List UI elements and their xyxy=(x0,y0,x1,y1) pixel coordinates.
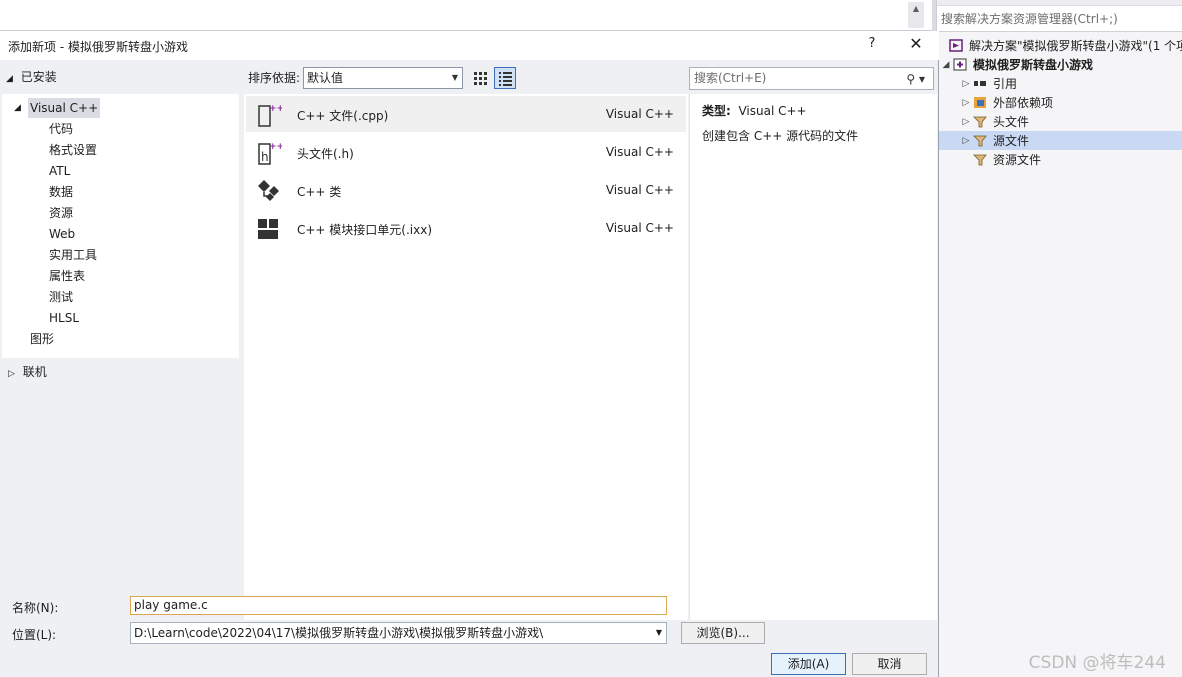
tree-item-code[interactable]: 代码 xyxy=(49,119,73,139)
location-combobox[interactable]: D:\Learn\code\2022\04\17\模拟俄罗斯转盘小游戏\模拟俄罗… xyxy=(130,622,667,644)
tree-item-resource[interactable]: 资源 xyxy=(49,203,73,223)
solution-tree: 解决方案"模拟俄罗斯转盘小游戏"(1 个项 ◢ 模拟俄罗斯转盘小游戏 ▷ 引用 … xyxy=(937,32,1182,169)
filter-folder-icon xyxy=(973,115,987,128)
dialog-title: 添加新项 - 模拟俄罗斯转盘小游戏 xyxy=(8,40,188,54)
location-label: 位置(L): xyxy=(12,628,57,642)
filter-folder-icon xyxy=(973,153,987,166)
tree-item-atl[interactable]: ATL xyxy=(49,161,70,181)
collapsed-arrow-icon[interactable]: ▷ xyxy=(959,117,973,127)
template-list: ++ C++ 文件(.cpp) Visual C++ h ++ 头文件(.h) V… xyxy=(244,94,688,620)
browse-button[interactable]: 浏览(B)... xyxy=(681,622,765,644)
template-description: 创建包含 C++ 源代码的文件 xyxy=(702,129,859,143)
tree-item-resource-files[interactable]: 资源文件 xyxy=(937,150,1182,169)
svg-text:++: ++ xyxy=(269,104,282,114)
close-button[interactable]: ✕ xyxy=(905,34,927,53)
tree-item-property-sheets[interactable]: 属性表 xyxy=(49,266,85,286)
tree-item-header-files[interactable]: ▷ 头文件 xyxy=(937,112,1182,131)
name-input[interactable]: play game.c xyxy=(130,596,667,615)
template-item[interactable]: h ++ 头文件(.h) Visual C++ xyxy=(246,134,686,170)
template-category-tree: ◢ Visual C++ 代码 格式设置 ATL 数据 资源 Web 实用工具 … xyxy=(2,94,239,358)
name-label: 名称(N): xyxy=(12,601,59,615)
references-icon xyxy=(973,77,987,90)
solution-node[interactable]: 解决方案"模拟俄罗斯转盘小游戏"(1 个项 xyxy=(937,36,1182,55)
add-new-item-dialog: 添加新项 - 模拟俄罗斯转盘小游戏 ? ✕ ◢ 已安装 ◢ Visual C++… xyxy=(0,31,939,677)
external-dependencies-icon xyxy=(973,96,987,109)
header-file-icon: h ++ xyxy=(256,140,284,166)
template-item[interactable]: C++ 类 Visual C++ xyxy=(246,172,686,208)
grid-view-icon xyxy=(474,72,487,85)
collapsed-arrow-icon[interactable]: ▷ xyxy=(959,136,973,146)
online-header[interactable]: ▷ 联机 xyxy=(8,363,47,380)
list-view-button[interactable] xyxy=(494,67,516,89)
template-item[interactable]: C++ 模块接口单元(.ixx) Visual C++ xyxy=(246,210,686,246)
expanded-arrow-icon[interactable]: ◢ xyxy=(6,74,13,84)
help-button[interactable]: ? xyxy=(862,36,882,51)
installed-header[interactable]: ◢ 已安装 xyxy=(6,68,57,85)
collapsed-arrow-icon[interactable]: ▷ xyxy=(959,79,973,89)
cpp-file-icon: ++ xyxy=(256,102,284,128)
tree-item-source-files[interactable]: ▷ 源文件 xyxy=(937,131,1182,150)
list-view-icon xyxy=(499,72,512,86)
template-item[interactable]: ++ C++ 文件(.cpp) Visual C++ xyxy=(246,96,686,132)
project-node[interactable]: ◢ 模拟俄罗斯转盘小游戏 xyxy=(937,55,1182,74)
expanded-arrow-icon[interactable]: ◢ xyxy=(14,98,21,118)
module-icon xyxy=(256,216,282,242)
tree-item-formatting[interactable]: 格式设置 xyxy=(49,140,97,160)
search-icon[interactable]: ⚲ ▾ xyxy=(906,69,925,90)
add-button[interactable]: 添加(A) xyxy=(771,653,846,675)
tree-item-external-dependencies[interactable]: ▷ 外部依赖项 xyxy=(937,93,1182,112)
filter-folder-icon xyxy=(973,134,987,147)
tree-item-graphics[interactable]: 图形 xyxy=(30,329,54,349)
svg-text:++: ++ xyxy=(269,142,282,152)
project-icon xyxy=(953,58,967,71)
dialog-titlebar: 添加新项 - 模拟俄罗斯转盘小游戏 ? ✕ xyxy=(0,31,939,60)
sort-dropdown[interactable]: 默认值 ▼ xyxy=(303,67,463,89)
sort-label: 排序依据: xyxy=(248,71,301,85)
dropdown-arrow-icon[interactable]: ▼ xyxy=(656,623,662,643)
cpp-class-icon xyxy=(256,178,282,204)
cancel-button[interactable]: 取消 xyxy=(852,653,927,675)
dropdown-arrow-icon[interactable]: ▼ xyxy=(452,68,458,88)
tree-item-utility[interactable]: 实用工具 xyxy=(49,245,97,265)
template-details-panel: 类型: Visual C++ 创建包含 C++ 源代码的文件 xyxy=(689,94,937,620)
collapsed-arrow-icon[interactable]: ▷ xyxy=(959,98,973,108)
solution-explorer: 搜索解决方案资源管理器(Ctrl+;) 解决方案"模拟俄罗斯转盘小游戏"(1 个… xyxy=(936,0,1182,677)
expanded-arrow-icon[interactable]: ◢ xyxy=(939,60,953,70)
solution-search-input[interactable]: 搜索解决方案资源管理器(Ctrl+;) xyxy=(937,6,1182,32)
svg-text:h: h xyxy=(261,150,269,164)
tree-item-data[interactable]: 数据 xyxy=(49,182,73,202)
solution-icon xyxy=(949,39,963,52)
grid-view-button[interactable] xyxy=(470,68,490,88)
tree-item-visual-cpp[interactable]: Visual C++ xyxy=(28,98,101,118)
collapsed-arrow-icon[interactable]: ▷ xyxy=(8,369,15,379)
scroll-up-arrow-icon[interactable]: ▲ xyxy=(908,2,924,28)
background-editor: ▲ xyxy=(0,0,936,31)
template-search-input[interactable]: 搜索(Ctrl+E) ⚲ ▾ xyxy=(689,67,934,90)
tree-item-test[interactable]: 测试 xyxy=(49,287,73,307)
template-type: 类型: Visual C++ xyxy=(702,104,807,118)
tree-item-references[interactable]: ▷ 引用 xyxy=(937,74,1182,93)
tree-item-hlsl[interactable]: HLSL xyxy=(49,308,79,328)
watermark: CSDN @将车244 xyxy=(1028,653,1166,673)
tree-item-web[interactable]: Web xyxy=(49,224,75,244)
